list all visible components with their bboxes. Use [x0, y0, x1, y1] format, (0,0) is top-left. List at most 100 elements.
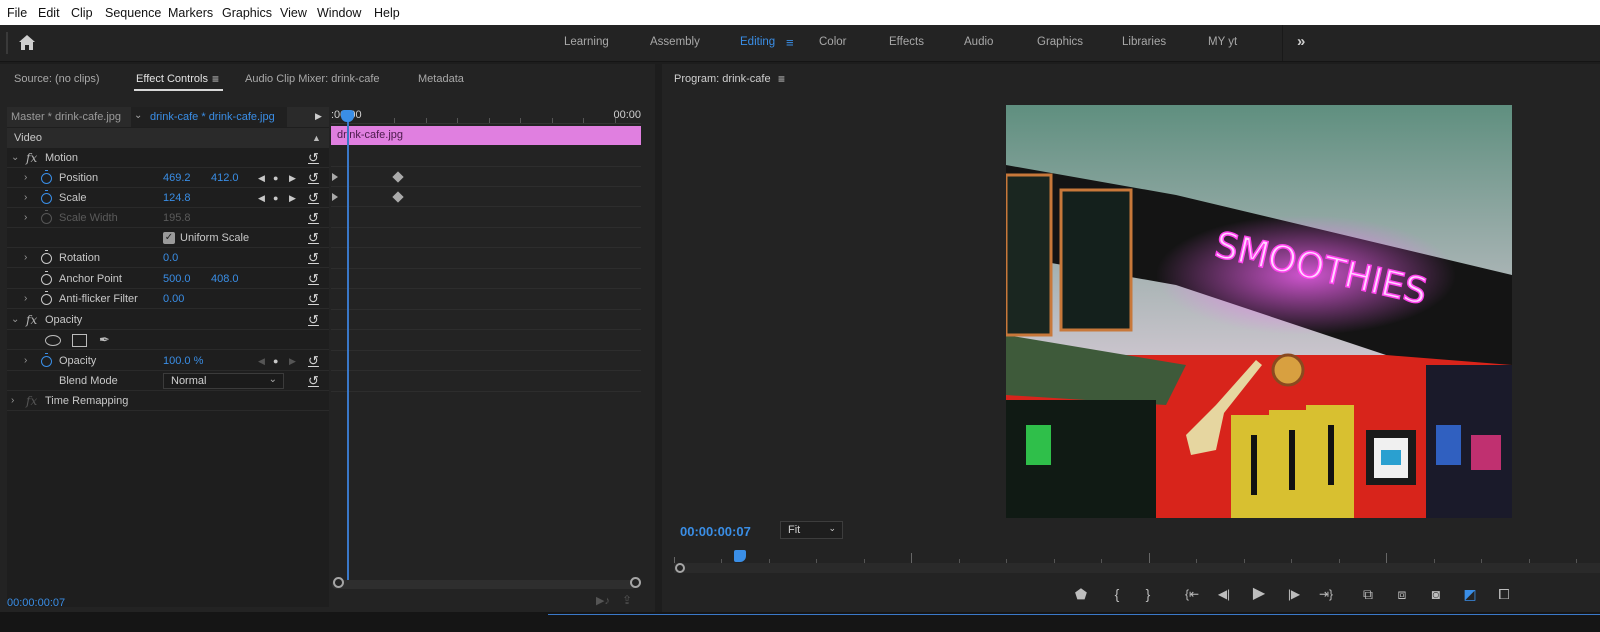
marker-icon[interactable]: ⬟ [1069, 583, 1093, 605]
menu-file[interactable]: File [7, 6, 27, 20]
pen-mask-icon[interactable]: ✒ [99, 330, 110, 350]
menu-view[interactable]: View [280, 6, 307, 20]
position-x-value[interactable]: 469.2 [163, 168, 191, 188]
panel-menu-icon[interactable]: ≡ [212, 72, 219, 86]
reset-icon[interactable]: ↺ [308, 248, 319, 268]
tab-effect-controls[interactable]: Effect Controls [136, 73, 208, 85]
program-monitor-title[interactable]: Program: drink-cafe [674, 73, 771, 85]
reset-icon[interactable]: ↺ [308, 168, 319, 188]
add-keyframe-icon[interactable]: ● [273, 351, 278, 371]
rotation-value[interactable]: 0.0 [163, 248, 178, 268]
chevron-down-icon[interactable]: ⌄ [11, 310, 19, 330]
go-to-in-icon[interactable]: {⇤ [1180, 583, 1204, 605]
workspace-tab-editing[interactable]: Editing [740, 36, 775, 48]
scroll-handle-left[interactable] [333, 577, 344, 588]
home-icon[interactable] [18, 34, 36, 52]
program-timecode[interactable]: 00:00:00:07 [680, 524, 751, 539]
prev-keyframe-icon[interactable]: ◀ [258, 188, 265, 208]
panel-menu-icon[interactable]: ≡ [778, 72, 785, 86]
stopwatch-icon[interactable] [41, 170, 52, 184]
add-keyframe-icon[interactable]: ● [273, 188, 278, 208]
keyframe-nav-icon[interactable] [332, 193, 338, 201]
ellipse-mask-icon[interactable] [45, 335, 61, 346]
anti-flicker-value[interactable]: 0.00 [163, 289, 184, 309]
clip-bar[interactable]: drink-cafe.jpg [331, 126, 641, 145]
mark-out-icon[interactable]: } [1136, 583, 1160, 605]
program-playhead[interactable] [734, 550, 746, 562]
keyframe-nav-icon[interactable] [332, 173, 338, 181]
fx-icon[interactable]: fx [26, 148, 37, 168]
program-timeline-ruler[interactable] [674, 549, 1600, 563]
reset-icon[interactable]: ↺ [308, 188, 319, 208]
effect-motion[interactable]: ⌄ fx Motion ↺ [7, 148, 329, 168]
effect-controls-timecode[interactable]: 00:00:00:07 [7, 597, 65, 609]
workspace-tab-assembly[interactable]: Assembly [650, 36, 700, 48]
position-y-value[interactable]: 412.0 [211, 168, 239, 188]
reset-icon[interactable]: ↺ [308, 269, 319, 289]
export-icon[interactable]: ⇪ [622, 593, 632, 607]
reset-icon[interactable]: ↺ [308, 371, 319, 391]
collapse-icon[interactable]: ▲ [312, 128, 321, 148]
menu-markers[interactable]: Markers [168, 6, 213, 20]
chevron-right-icon[interactable]: › [11, 391, 14, 411]
next-keyframe-icon[interactable]: ▶ [289, 351, 296, 371]
workspace-tab-color[interactable]: Color [819, 36, 846, 48]
next-keyframe-icon[interactable]: ▶ [289, 188, 296, 208]
menu-clip[interactable]: Clip [71, 6, 93, 20]
workspace-tab-my-yt[interactable]: MY yt [1208, 36, 1237, 48]
stopwatch-icon[interactable] [41, 291, 52, 305]
toggle-timeline-icon[interactable]: ▶ [315, 111, 322, 122]
chevron-right-icon[interactable]: › [24, 248, 27, 268]
overflow-icon[interactable]: » [1297, 33, 1305, 50]
chevron-right-icon[interactable]: › [24, 289, 27, 309]
go-to-out-icon[interactable]: ⇥} [1314, 583, 1338, 605]
menu-edit[interactable]: Edit [38, 6, 60, 20]
play-audio-icon[interactable]: ▶♪ [596, 594, 610, 607]
keyframe-position[interactable] [392, 171, 404, 183]
workspace-tab-audio[interactable]: Audio [964, 36, 993, 48]
keyframe-scale[interactable] [392, 191, 404, 203]
chevron-right-icon[interactable]: › [24, 168, 27, 188]
extract-icon[interactable]: ⧈ [1390, 583, 1414, 605]
export-frame-icon[interactable]: ◙ [1424, 583, 1448, 605]
zoom-level-dropdown[interactable]: Fit ⌄ [780, 521, 843, 539]
program-zoom-scrollbar[interactable] [674, 563, 1600, 573]
mark-in-icon[interactable]: { [1105, 583, 1129, 605]
reset-icon[interactable]: ↺ [308, 148, 319, 168]
chevron-right-icon[interactable]: › [24, 188, 27, 208]
anchor-y-value[interactable]: 408.0 [211, 269, 239, 289]
workspace-tab-graphics[interactable]: Graphics [1037, 36, 1083, 48]
rectangle-mask-icon[interactable] [72, 334, 87, 347]
chevron-right-icon[interactable]: › [24, 208, 27, 228]
prev-keyframe-icon[interactable]: ◀ [258, 351, 265, 371]
uniform-scale-checkbox[interactable]: ✓ [163, 232, 175, 244]
scroll-handle-left[interactable] [675, 563, 685, 573]
prev-keyframe-icon[interactable]: ◀ [258, 168, 265, 188]
workspace-tab-libraries[interactable]: Libraries [1122, 36, 1166, 48]
scroll-handle-right[interactable] [630, 577, 641, 588]
reset-icon[interactable]: ↺ [308, 228, 319, 248]
playhead[interactable] [341, 110, 354, 122]
fx-icon[interactable]: fx [26, 310, 37, 330]
workspace-menu-icon[interactable]: ≡ [786, 35, 794, 50]
lift-icon[interactable]: ⧉ [1356, 583, 1380, 605]
tab-metadata[interactable]: Metadata [418, 73, 464, 85]
play-icon[interactable]: ▶ [1247, 583, 1271, 605]
anchor-x-value[interactable]: 500.0 [163, 269, 191, 289]
reset-icon[interactable]: ↺ [308, 351, 319, 371]
workspace-tab-effects[interactable]: Effects [889, 36, 924, 48]
reset-icon[interactable]: ↺ [308, 310, 319, 330]
chevron-right-icon[interactable]: › [24, 351, 27, 371]
effect-time-remapping[interactable]: › fx Time Remapping [7, 391, 329, 411]
scale-value[interactable]: 124.8 [163, 188, 191, 208]
step-forward-icon[interactable]: |▶ [1282, 583, 1306, 605]
menu-help[interactable]: Help [374, 6, 400, 20]
tab-source[interactable]: Source: (no clips) [14, 73, 100, 85]
stopwatch-icon[interactable] [41, 250, 52, 264]
workspace-tab-learning[interactable]: Learning [564, 36, 609, 48]
program-preview[interactable]: SMOOTHIES [1006, 105, 1512, 518]
reset-icon[interactable]: ↺ [308, 289, 319, 309]
menu-sequence[interactable]: Sequence [105, 6, 161, 20]
comparison-view-icon[interactable]: ◩ [1458, 583, 1482, 605]
stopwatch-icon[interactable] [41, 190, 52, 204]
